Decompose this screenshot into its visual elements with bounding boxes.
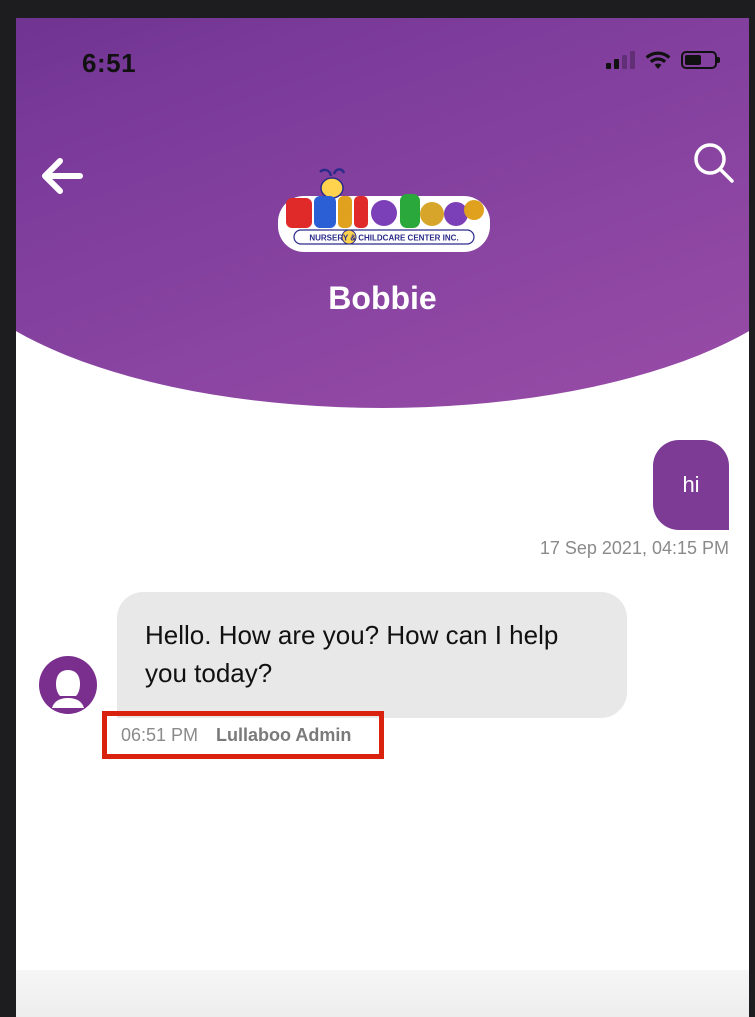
chat-title: Bobbie [328, 280, 437, 316]
outgoing-message-bubble[interactable]: hi [653, 440, 729, 530]
user-avatar-icon [52, 670, 84, 708]
sender-avatar [39, 656, 97, 714]
status-bar: 6:51 [16, 18, 749, 98]
cellular-signal-icon [606, 51, 635, 69]
status-icons [606, 50, 720, 70]
back-button[interactable] [34, 148, 90, 204]
incoming-message-time: 06:51 PM [121, 724, 199, 745]
lullaboo-logo: NURSERY & CHILDCARE CENTER INC. [278, 168, 490, 252]
outgoing-message-text: hi [682, 472, 700, 497]
battery-icon [681, 51, 720, 69]
wifi-icon [645, 51, 671, 69]
search-icon [694, 143, 734, 183]
message-input-bar[interactable] [16, 970, 749, 1017]
logo-tagline: NURSERY & CHILDCARE CENTER INC. [309, 234, 458, 243]
outgoing-message-timestamp: 17 Sep 2021, 04:15 PM [539, 538, 729, 558]
device-frame-top [0, 0, 755, 18]
device-frame-left [0, 0, 16, 1017]
incoming-message-sender: Lullaboo Admin [216, 724, 352, 745]
chat-screen: 6:51 NURSERY & CHILDCARE CENTER INC. Bob… [16, 18, 749, 1017]
incoming-message-meta-highlight: 06:51 PM Lullaboo Admin [102, 711, 384, 759]
search-button[interactable] [689, 138, 739, 188]
device-frame-right [749, 0, 755, 1017]
status-time: 6:51 [82, 48, 137, 78]
incoming-message-bubble[interactable]: Hello. How are you? How can I help you t… [117, 592, 627, 718]
incoming-message-text: Hello. How are you? How can I help you t… [145, 620, 559, 688]
arrow-left-icon [42, 158, 83, 194]
